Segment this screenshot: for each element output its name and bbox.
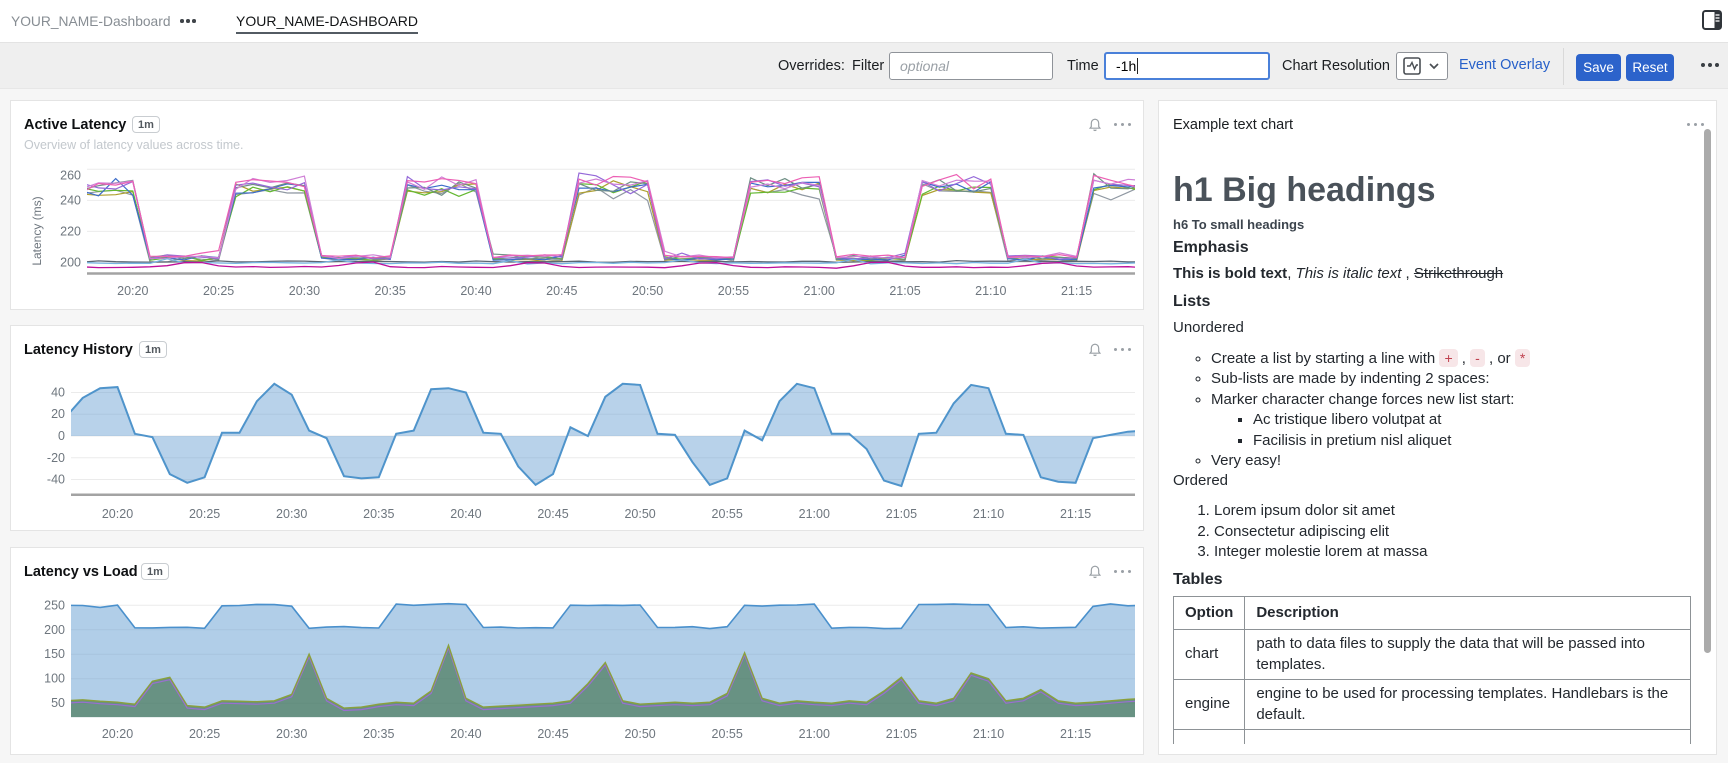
svg-text:20:40: 20:40 <box>450 507 481 521</box>
svg-text:20:45: 20:45 <box>537 507 568 521</box>
svg-text:20:55: 20:55 <box>712 727 743 741</box>
svg-text:20:20: 20:20 <box>102 727 133 741</box>
svg-text:21:10: 21:10 <box>973 727 1004 741</box>
svg-text:20:45: 20:45 <box>537 727 568 741</box>
svg-text:21:15: 21:15 <box>1061 284 1092 298</box>
svg-text:21:00: 21:00 <box>799 507 830 521</box>
svg-text:200: 200 <box>44 623 65 637</box>
svg-text:260: 260 <box>60 168 81 182</box>
svg-text:21:10: 21:10 <box>975 284 1006 298</box>
svg-text:21:05: 21:05 <box>886 507 917 521</box>
svg-text:20:35: 20:35 <box>363 507 394 521</box>
svg-text:20:45: 20:45 <box>546 284 577 298</box>
svg-text:21:15: 21:15 <box>1060 507 1091 521</box>
svg-text:20:55: 20:55 <box>718 284 749 298</box>
svg-text:20:20: 20:20 <box>102 507 133 521</box>
svg-text:20:40: 20:40 <box>460 284 491 298</box>
svg-text:20:35: 20:35 <box>375 284 406 298</box>
svg-text:20:30: 20:30 <box>276 727 307 741</box>
svg-text:20:20: 20:20 <box>117 284 148 298</box>
svg-text:20:35: 20:35 <box>363 727 394 741</box>
svg-text:21:05: 21:05 <box>889 284 920 298</box>
svg-text:20:50: 20:50 <box>624 727 655 741</box>
svg-text:20:40: 20:40 <box>450 727 481 741</box>
svg-text:21:05: 21:05 <box>886 727 917 741</box>
svg-text:50: 50 <box>51 696 65 710</box>
svg-text:20:25: 20:25 <box>203 284 234 298</box>
svg-text:21:15: 21:15 <box>1060 727 1091 741</box>
svg-text:20:25: 20:25 <box>189 507 220 521</box>
svg-text:220: 220 <box>60 224 81 238</box>
svg-text:200: 200 <box>60 256 81 270</box>
svg-text:21:00: 21:00 <box>804 284 835 298</box>
svg-text:20:25: 20:25 <box>189 727 220 741</box>
svg-text:21:00: 21:00 <box>799 727 830 741</box>
svg-text:20:30: 20:30 <box>289 284 320 298</box>
svg-text:40: 40 <box>51 386 65 400</box>
svg-text:20:50: 20:50 <box>632 284 663 298</box>
svg-text:20:30: 20:30 <box>276 507 307 521</box>
svg-text:20:55: 20:55 <box>712 507 743 521</box>
svg-text:250: 250 <box>44 598 65 612</box>
svg-text:-20: -20 <box>47 451 65 465</box>
svg-text:-40: -40 <box>47 473 65 487</box>
svg-text:150: 150 <box>44 647 65 661</box>
svg-text:21:10: 21:10 <box>973 507 1004 521</box>
svg-text:20:50: 20:50 <box>624 507 655 521</box>
svg-text:100: 100 <box>44 672 65 686</box>
svg-text:0: 0 <box>58 429 65 443</box>
svg-text:20: 20 <box>51 407 65 421</box>
svg-text:240: 240 <box>60 193 81 207</box>
svg-text:Latency (ms): Latency (ms) <box>30 196 44 265</box>
